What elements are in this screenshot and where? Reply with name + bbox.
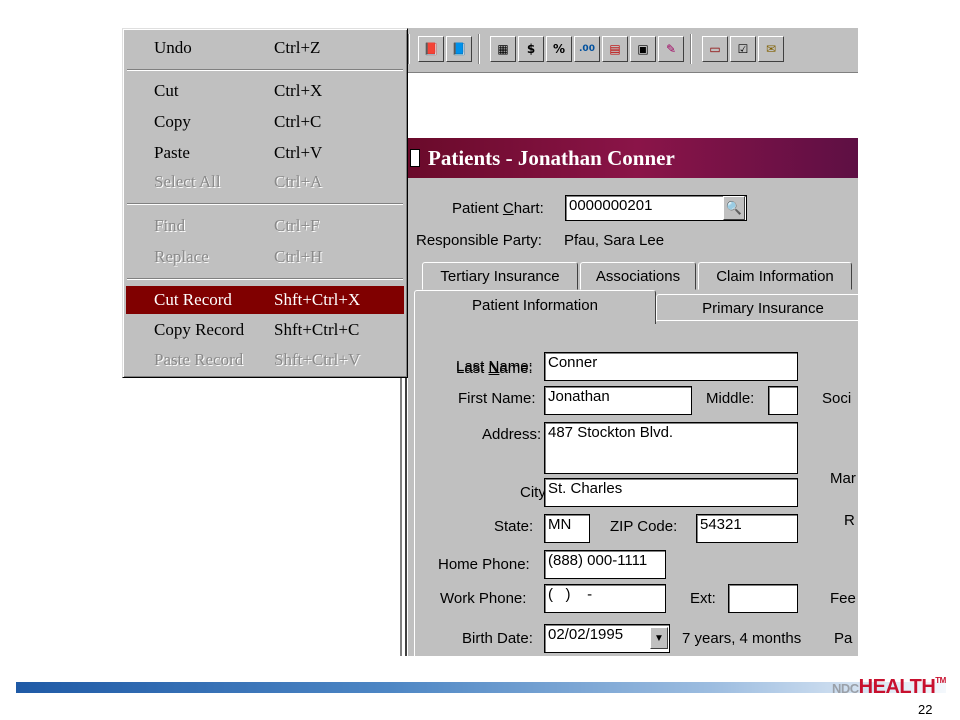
responsible-party-value: Pfau, Sara Lee [564, 232, 665, 249]
window-title: Patients - Jonathan Conner [428, 145, 675, 170]
responsible-party-label: Responsible Party: [416, 232, 542, 249]
patient-chart-label: Patient Chart: [452, 200, 544, 217]
clipped-label-fee: Fee [830, 590, 856, 607]
zip-code-label: ZIP Code: [610, 518, 678, 535]
menu-item-undo[interactable]: Undo Ctrl+Z [126, 34, 404, 62]
percent-icon[interactable]: % [546, 36, 572, 62]
tab-primary-insurance[interactable]: Primary Insurance [656, 294, 858, 322]
forms-icon[interactable]: ▣ [630, 36, 656, 62]
decimal-icon[interactable]: .00 [574, 36, 600, 62]
toolbar-separator [478, 34, 480, 64]
window-titlebar[interactable]: Patients - Jonathan Conner [408, 138, 858, 178]
red-book-icon[interactable]: ▤ [602, 36, 628, 62]
work-phone-label: Work Phone: [440, 590, 527, 607]
tab-tertiary-insurance[interactable]: Tertiary Insurance [422, 262, 578, 290]
menu-item-select-all: Select All Ctrl+A [154, 172, 323, 191]
toolbar: 📕 📘 ▦ $ % .00 ▤ ▣ ✎ ▭ ☑ ✉ [406, 28, 858, 73]
toolbar-separator [408, 34, 410, 64]
work-phone-field[interactable]: ( ) - [544, 584, 666, 613]
last-name-label: Last Name: [456, 358, 533, 375]
book-arrow-icon[interactable]: 📘 [446, 36, 472, 62]
footer-gradient-bar [16, 682, 946, 693]
address-field[interactable]: 487 Stockton Blvd. [544, 422, 798, 474]
home-phone-label: Home Phone: [438, 556, 530, 573]
first-name-field[interactable]: Jonathan [544, 386, 692, 415]
menu-item-cut[interactable]: Cut Ctrl+X [126, 77, 404, 105]
last-name-field[interactable]: Conner [544, 352, 798, 381]
birth-date-label: Birth Date: [462, 630, 533, 647]
page-number: 22 [918, 702, 933, 717]
menu-item-cut-record[interactable]: Cut Record Shft+Ctrl+X [126, 286, 404, 314]
clipped-label-r: R [844, 512, 855, 529]
clipped-label-mar: Mar [830, 470, 856, 487]
menu-item-copy-record[interactable]: Copy Record Shft+Ctrl+C [126, 316, 404, 344]
ext-label: Ext: [690, 590, 716, 607]
menu-item-replace: Replace Ctrl+H [154, 247, 323, 266]
state-label: State: [494, 518, 534, 535]
edit-note-icon[interactable]: ✎ [658, 36, 684, 62]
first-name-label: First Name: [458, 390, 536, 407]
tab-associations[interactable]: Associations [580, 262, 696, 290]
tab-patient-information[interactable]: Patient Information [414, 290, 656, 324]
search-lookup-icon[interactable]: 🔍 [723, 196, 745, 220]
toolbar-separator [690, 34, 692, 64]
scroll-icon[interactable]: ✉ [758, 36, 784, 62]
menu-separator [127, 69, 403, 71]
document-icon [410, 149, 420, 167]
application-screenshot: 📕 📘 ▦ $ % .00 ▤ ▣ ✎ ▭ ☑ ✉ Patients - Jon… [122, 28, 858, 656]
tab-claim-information[interactable]: Claim Information [698, 262, 852, 290]
city-field[interactable]: St. Charles [544, 478, 798, 507]
ext-field[interactable] [728, 584, 798, 613]
zip-code-field[interactable]: 54321 [696, 514, 798, 543]
menu-item-paste-record: Paste Record Shft+Ctrl+V [154, 350, 361, 369]
address-label: Address: [482, 426, 542, 443]
checklist-icon[interactable]: ☑ [730, 36, 756, 62]
chart-card-icon[interactable]: ▭ [702, 36, 728, 62]
menu-item-paste[interactable]: Paste Ctrl+V [126, 139, 404, 167]
clipped-label-pa: Pa [834, 630, 853, 647]
chevron-down-icon[interactable]: ▼ [650, 627, 668, 649]
ledger-dollar-icon[interactable]: $ [518, 36, 544, 62]
home-phone-field[interactable]: (888) 000-1111 [544, 550, 666, 579]
middle-label: Middle: [706, 390, 755, 407]
menu-separator [127, 203, 403, 205]
patient-chart-field[interactable]: 0000000201 [565, 195, 747, 221]
menu-separator [127, 278, 403, 280]
age-text: 7 years, 4 months [682, 630, 802, 647]
clipped-label-soci: Soci [822, 390, 852, 407]
book-icon[interactable]: 📕 [418, 36, 444, 62]
menu-item-find: Find Ctrl+F [154, 216, 320, 235]
middle-field[interactable] [768, 386, 798, 415]
ndchealth-logo: NDCHEALTHTM [832, 676, 946, 698]
grid-icon[interactable]: ▦ [490, 36, 516, 62]
edit-menu: Undo Ctrl+Z Cut Ctrl+X Copy Ctrl+C Paste Ctr… [122, 28, 408, 378]
menu-item-copy[interactable]: Copy Ctrl+C [126, 108, 404, 136]
state-field[interactable]: MN [544, 514, 590, 543]
